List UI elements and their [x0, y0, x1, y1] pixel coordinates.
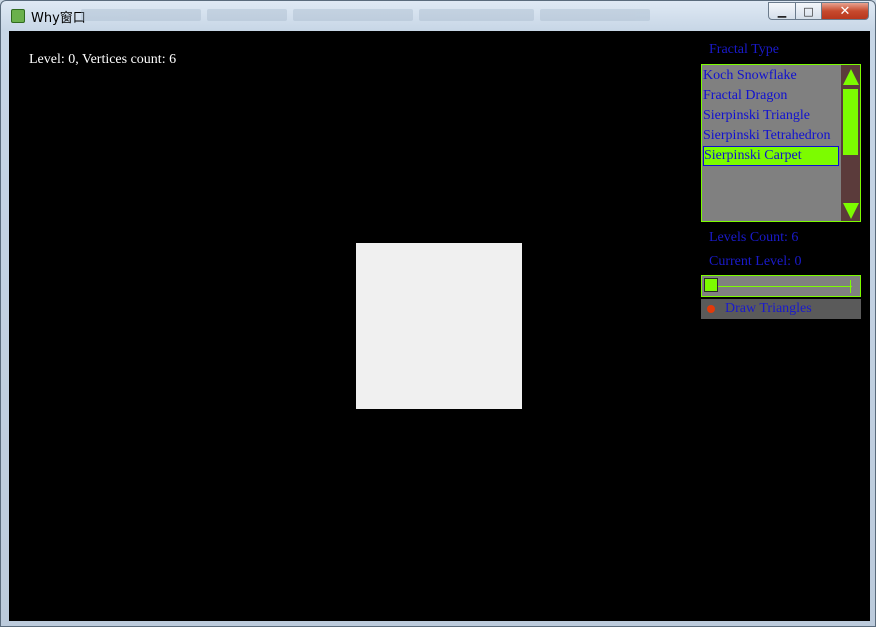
fractal-type-label: Fractal Type: [709, 42, 779, 57]
list-item[interactable]: Sierpinski Carpet: [703, 146, 839, 166]
listbox-scrollbar[interactable]: [841, 65, 860, 221]
slider-track: [718, 286, 852, 287]
close-button[interactable]: ✕: [821, 2, 869, 20]
list-item[interactable]: Sierpinski Triangle: [703, 106, 839, 126]
fractal-shape: [356, 243, 522, 409]
maximize-button[interactable]: □: [795, 2, 822, 20]
list-item[interactable]: Sierpinski Tetrahedron: [703, 126, 839, 146]
scroll-up-arrow-icon[interactable]: [843, 69, 859, 85]
background-taskbar-ghost: [81, 9, 761, 23]
draw-triangles-label: Draw Triangles: [725, 301, 812, 316]
close-icon: ✕: [839, 3, 851, 19]
list-item[interactable]: Koch Snowflake: [703, 66, 839, 86]
minimize-icon: ▁: [777, 4, 787, 18]
window-title: Why窗口: [31, 11, 86, 26]
list-item[interactable]: Fractal Dragon: [703, 86, 839, 106]
slider-end-tick: [850, 280, 851, 293]
app-icon: [11, 9, 25, 23]
status-text: Level: 0, Vertices count: 6: [29, 52, 177, 67]
minimize-button[interactable]: ▁: [768, 2, 796, 20]
scroll-thumb[interactable]: [843, 89, 858, 155]
render-canvas[interactable]: Level: 0, Vertices count: 6 Fractal Type…: [9, 31, 870, 621]
slider-thumb[interactable]: [704, 278, 718, 292]
fractal-type-listbox[interactable]: Koch Snowflake Fractal Dragon Sierpinski T…: [701, 64, 861, 222]
app-window: Why窗口 ▁ □ ✕ Level: 0, Vertices count: 6 …: [0, 0, 876, 627]
title-bar[interactable]: Why窗口 ▁ □ ✕: [1, 1, 876, 29]
radio-indicator-icon: [707, 305, 715, 313]
current-level-label: Current Level: 0: [709, 254, 802, 269]
levels-count-label: Levels Count: 6: [709, 230, 799, 245]
maximize-icon: □: [803, 4, 814, 18]
scroll-down-arrow-icon[interactable]: [843, 203, 859, 219]
level-slider[interactable]: [701, 275, 861, 297]
draw-triangles-toggle[interactable]: Draw Triangles: [701, 299, 861, 319]
